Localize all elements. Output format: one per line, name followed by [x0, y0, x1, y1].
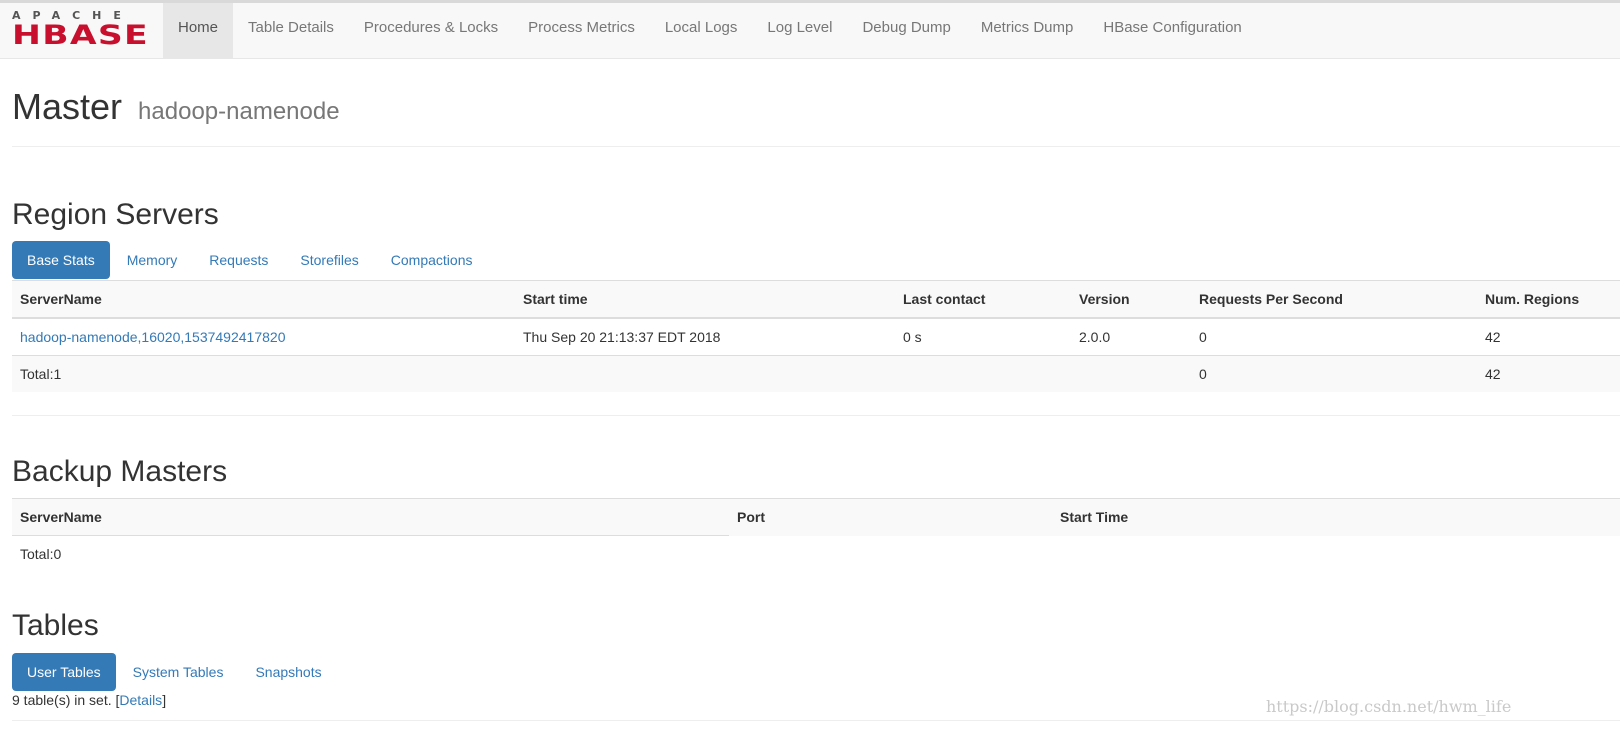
- region-servers-divider: [12, 415, 1620, 416]
- cell-start-time: Thu Sep 20 21:13:37 EDT 2018: [523, 329, 721, 345]
- tables-divider: [12, 720, 1620, 721]
- nav-procedures-locks[interactable]: Procedures & Locks: [349, 3, 513, 58]
- cell-version: 2.0.0: [1079, 329, 1111, 345]
- table-total-row: Total:0: [12, 536, 1620, 573]
- tables-tabs: User Tables System Tables Snapshots: [12, 653, 339, 691]
- nav-debug-dump[interactable]: Debug Dump: [847, 3, 965, 58]
- col-port[interactable]: Port: [729, 499, 1052, 536]
- total-rps: 0: [1199, 366, 1207, 382]
- table-total-row: Total:1 0 42: [12, 355, 1620, 393]
- col-requests-per-second[interactable]: Requests Per Second: [1191, 281, 1477, 319]
- logo-hbase-text: HBASE: [12, 20, 149, 51]
- col-version[interactable]: Version: [1071, 281, 1191, 319]
- tables-count-text: 9 table(s) in set. [: [12, 692, 120, 708]
- total-empty-3: [1071, 356, 1191, 393]
- tab-base-stats[interactable]: Base Stats: [12, 241, 110, 279]
- region-servers-table: ServerName Start time Last contact Versi…: [12, 280, 1620, 392]
- total-empty-1: [729, 536, 1052, 573]
- col-servername[interactable]: ServerName: [12, 281, 515, 319]
- table-header-row: ServerName Port Start Time: [12, 498, 1620, 536]
- nav-log-level[interactable]: Log Level: [752, 3, 847, 58]
- page-title-text: Master: [12, 86, 123, 127]
- tab-system-tables[interactable]: System Tables: [118, 653, 239, 691]
- total-empty-2: [895, 356, 1071, 393]
- col-start-time[interactable]: Start time: [515, 281, 895, 319]
- total-empty-2: [1052, 536, 1620, 573]
- nav-metrics-dump[interactable]: Metrics Dump: [966, 3, 1089, 58]
- page-title: Master hadoop-namenode: [12, 86, 340, 128]
- server-link[interactable]: hadoop-namenode,16020,1537492417820: [20, 329, 285, 345]
- tab-snapshots[interactable]: Snapshots: [240, 653, 336, 691]
- header-divider: [12, 146, 1620, 147]
- tables-heading: Tables: [12, 609, 99, 642]
- cell-servername: hadoop-namenode,16020,1537492417820: [12, 318, 515, 356]
- total-regions: 42: [1485, 366, 1501, 382]
- cell-regions: 42: [1485, 329, 1501, 345]
- tab-storefiles[interactable]: Storefiles: [285, 241, 373, 279]
- region-servers-heading: Region Servers: [12, 198, 219, 231]
- backup-masters-table: ServerName Port Start Time Total:0: [12, 498, 1620, 572]
- watermark: https://blog.csdn.net/hwm_life: [1266, 697, 1512, 716]
- nav-local-logs[interactable]: Local Logs: [650, 3, 753, 58]
- region-servers-tabs: Base Stats Memory Requests Storefiles Co…: [12, 241, 489, 279]
- nav-table-details[interactable]: Table Details: [233, 3, 349, 58]
- cell-rps: 0: [1199, 329, 1207, 345]
- navbar: APACHE HBASE Home Table Details Procedur…: [0, 3, 1620, 59]
- tab-requests[interactable]: Requests: [194, 241, 283, 279]
- nav-home[interactable]: Home: [163, 3, 234, 58]
- total-empty-1: [515, 356, 895, 393]
- cell-last-contact: 0 s: [903, 329, 922, 345]
- col-num-regions[interactable]: Num. Regions: [1477, 281, 1620, 319]
- details-link[interactable]: Details: [119, 692, 162, 708]
- total-label: Total:1: [20, 366, 62, 382]
- nav-process-metrics[interactable]: Process Metrics: [513, 3, 650, 58]
- tables-count-info: 9 table(s) in set. [Details]: [12, 692, 166, 708]
- tab-user-tables[interactable]: User Tables: [12, 653, 116, 691]
- backup-masters-heading: Backup Masters: [12, 455, 228, 488]
- tab-memory[interactable]: Memory: [112, 241, 193, 279]
- col-start-time[interactable]: Start Time: [1052, 499, 1620, 536]
- total-label: Total:0: [20, 546, 62, 562]
- tables-count-suffix: ]: [162, 692, 167, 708]
- table-row: hadoop-namenode,16020,1537492417820 Thu …: [12, 318, 1620, 356]
- hbase-logo[interactable]: APACHE HBASE: [12, 9, 152, 51]
- nav-hbase-configuration[interactable]: HBase Configuration: [1088, 3, 1256, 58]
- main-nav: Home Table Details Procedures & Locks Pr…: [163, 3, 1257, 58]
- tab-compactions[interactable]: Compactions: [376, 241, 488, 279]
- table-header-row: ServerName Start time Last contact Versi…: [12, 280, 1620, 319]
- page-title-host: hadoop-namenode: [138, 98, 340, 125]
- col-last-contact[interactable]: Last contact: [895, 281, 1071, 319]
- col-servername[interactable]: ServerName: [12, 498, 729, 536]
